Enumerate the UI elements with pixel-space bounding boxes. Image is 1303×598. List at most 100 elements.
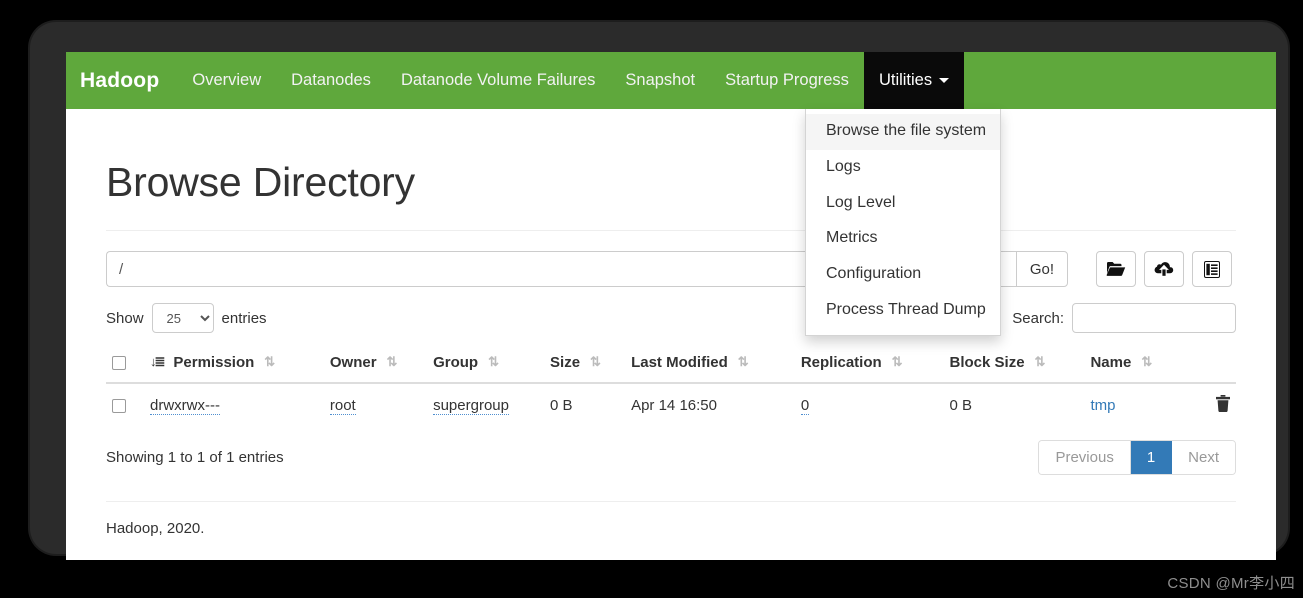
dropdown-label-logs: Logs [826,157,861,175]
column-header-group[interactable]: Group ⇅ [427,345,545,384]
navbar: Hadoop Overview Datanodes Datanode Volum… [66,52,1276,336]
file-name-link[interactable]: tmp [1090,397,1115,414]
dropdown-item-process-thread-dump[interactable]: Process Thread Dump [806,293,1000,329]
column-label-group: Group [433,353,479,371]
dropdown-label-browse-the-file-system: Browse the file system [826,122,987,139]
cell-owner: root [323,382,428,427]
column-header-permission[interactable]: ↓≣ Permission ⇅ [144,345,324,384]
column-label-block-size: Block Size [949,353,1025,371]
divider-top [106,230,1236,231]
site-footer: Hadoop, 2020. [106,519,205,537]
table-controls: Show 25 50 100 entries Search: [106,303,1236,333]
group-value[interactable]: supergroup [433,396,509,415]
search-label: Search: [1012,309,1064,327]
screenshot-root: Hadoop Overview Datanodes Datanode Volum… [0,0,1303,598]
dropdown-label-log-level: Log Level [826,193,896,211]
dropdown-item-log-level[interactable]: Log Level [806,186,1000,222]
sort-amount-icon: ↓≣ [150,354,165,369]
table-info: Showing 1 to 1 of 1 entries [106,448,284,466]
column-header-owner[interactable]: Owner ⇅ [323,345,428,384]
upload-files-button[interactable] [1144,251,1184,287]
search-control: Search: [1012,303,1236,333]
column-header-actions [1180,345,1236,384]
nav-label-overview: Overview [192,71,262,89]
search-input[interactable] [1072,303,1236,333]
table-footer: Showing 1 to 1 of 1 entries Previous 1 N… [106,439,1236,475]
sort-both-icon-name: ⇅ [1141,354,1152,369]
pagination-previous[interactable]: Previous [1039,440,1131,474]
cell-last-modified: Apr 14 16:50 [625,382,795,427]
sort-both-icon-group: ⇅ [488,354,499,369]
folder-open-icon [1106,261,1126,277]
nav-item-utilities[interactable]: Utilities [863,52,965,109]
column-header-block-size[interactable]: Block Size ⇅ [943,345,1085,384]
column-header-name[interactable]: Name ⇅ [1084,345,1180,384]
nav-label-datanode-volume-failures: Datanode Volume Failures [400,71,596,89]
dropdown-item-logs[interactable]: Logs [806,150,1000,186]
select-all-checkbox[interactable] [112,355,126,370]
column-label-owner: Owner [329,353,377,371]
column-header-replication[interactable]: Replication ⇅ [794,345,944,384]
dropdown-label-process-thread-dump: Process Thread Dump [826,300,986,318]
column-label-last-modified: Last Modified [631,353,728,371]
chevron-down-icon [939,78,950,83]
page-content: Browse Directory Go! [66,159,1276,537]
column-header-size[interactable]: Size ⇅ [544,345,626,384]
column-header-select-all[interactable] [106,345,144,384]
nav-label-snapshot: Snapshot [625,71,696,89]
page-length-control: Show 25 50 100 entries [106,303,267,333]
sort-both-icon-permission: ⇅ [264,354,275,369]
cell-size: 0 B [544,382,626,427]
dropdown-label-metrics: Metrics [826,229,878,247]
nav-item-overview[interactable]: Overview [177,52,276,109]
page-title: Browse Directory [106,159,415,205]
row-checkbox[interactable] [112,398,126,413]
cell-block-size: 0 B [943,382,1085,427]
brand-hadoop[interactable]: Hadoop [66,52,177,109]
pagination-page-1[interactable]: 1 [1130,440,1173,474]
sort-both-icon-size: ⇅ [590,354,601,369]
replication-value[interactable]: 0 [800,396,810,415]
upload-cloud-icon [1154,261,1174,277]
dropdown-item-metrics[interactable]: Metrics [806,221,1000,257]
permission-value[interactable]: drwxrwx--- [150,396,220,415]
column-header-last-modified[interactable]: Last Modified ⇅ [625,345,795,384]
dropdown-item-browse-the-file-system[interactable]: Browse the file system [806,114,1000,150]
table-row[interactable]: drwxrwx--- root supergroup 0 B Apr 14 16… [106,382,1236,427]
dropdown-label-configuration: Configuration [826,265,922,283]
nav-label-utilities: Utilities [878,71,933,89]
show-label: Show [106,309,144,327]
clipboard-list-icon [1204,260,1220,278]
table-body: drwxrwx--- root supergroup 0 B Apr 14 16… [106,382,1236,427]
column-label-size: Size [550,353,581,371]
page-length-select[interactable]: 25 50 100 [151,303,214,333]
nav-item-snapshot[interactable]: Snapshot [610,52,710,109]
cut-paste-button[interactable] [1192,251,1232,287]
nav-item-startup-progress[interactable]: Startup Progress [710,52,864,109]
path-action-buttons [1096,251,1232,287]
dropdown-item-configuration[interactable]: Configuration [806,257,1000,293]
column-label-permission: Permission [173,353,255,371]
table-header: ↓≣ Permission ⇅ Owner ⇅ Group ⇅ Size ⇅ L… [106,345,1236,384]
sort-both-icon-block-size: ⇅ [1034,354,1046,369]
cell-permission: drwxrwx--- [144,382,324,427]
go-button[interactable]: Go! [1015,251,1068,287]
nav-label-datanodes: Datanodes [291,71,371,89]
delete-icon[interactable] [1216,394,1230,416]
nav-label-startup-progress: Startup Progress [725,71,849,89]
nav-item-datanodes[interactable]: Datanodes [276,52,386,109]
pagination-next[interactable]: Next [1172,440,1235,474]
cell-actions [1180,382,1236,427]
utilities-dropdown-menu: Browse the file system Logs Log Level Me… [805,109,1001,336]
device-frame: Hadoop Overview Datanodes Datanode Volum… [30,22,1288,560]
owner-value[interactable]: root [329,396,356,415]
file-listing-table: ↓≣ Permission ⇅ Owner ⇅ Group ⇅ Size ⇅ L… [106,345,1236,427]
browser-viewport: Hadoop Overview Datanodes Datanode Volum… [66,52,1276,560]
path-bar: Go! [106,251,1236,287]
column-label-replication: Replication [800,353,882,371]
row-select-cell[interactable] [106,382,144,427]
sort-both-icon-owner: ⇅ [386,354,398,369]
new-directory-button[interactable] [1096,251,1136,287]
nav-item-datanode-volume-failures[interactable]: Datanode Volume Failures [386,52,610,109]
column-label-name: Name [1090,353,1132,371]
